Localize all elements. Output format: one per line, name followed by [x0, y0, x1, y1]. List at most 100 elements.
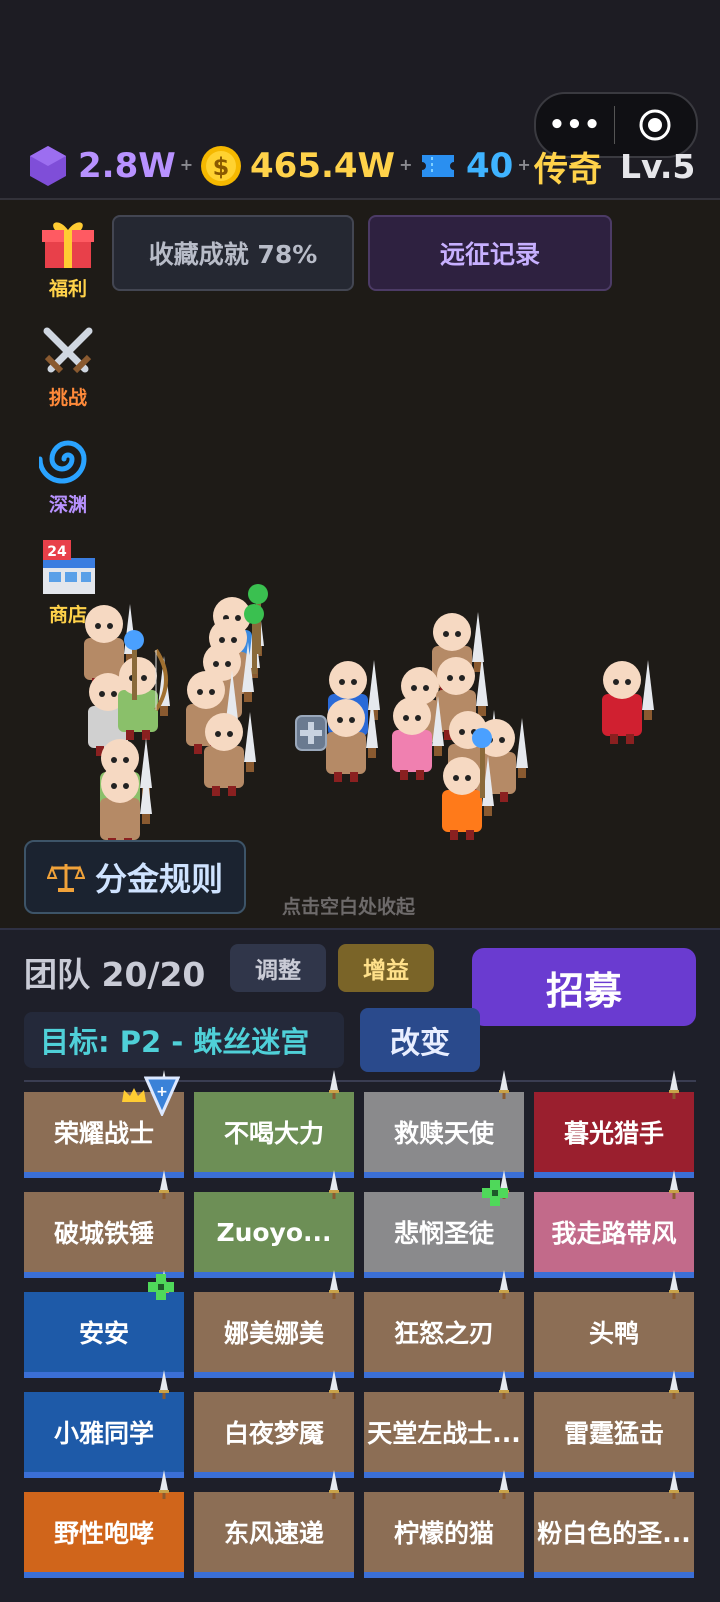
sword-icon — [159, 1470, 169, 1499]
sword-icon — [669, 1270, 679, 1299]
roster-card-name: 狂怒之刃 — [393, 1319, 494, 1348]
ticket-plus[interactable]: + — [517, 155, 530, 174]
gem-icon — [30, 146, 66, 186]
buff-button[interactable]: 增益 — [338, 944, 434, 992]
ticket-resource[interactable]: 40 + — [418, 142, 531, 190]
roster-card[interactable]: 粉白色的圣... — [534, 1492, 694, 1578]
gem-plus[interactable]: + — [180, 155, 193, 174]
roster-card-name: 雷霆猛击 — [563, 1419, 664, 1448]
coin-value: 465.4W — [250, 146, 396, 186]
roster-card-name: 荣耀战士 — [53, 1119, 154, 1148]
roster-top-line — [24, 1080, 696, 1082]
sword-icon — [669, 1170, 679, 1199]
achievements-button[interactable]: 收藏成就 78% — [112, 215, 354, 291]
roster-card-name: 救赎天使 — [393, 1119, 494, 1148]
sword-icon — [159, 1170, 169, 1199]
team-count: 团队 20/20 — [24, 955, 206, 994]
expedition-record-button[interactable]: 远征记录 — [368, 215, 612, 291]
soldier-unit — [204, 712, 256, 796]
svg-text:+: + — [156, 1084, 168, 1100]
roster-card-name: 娜美娜美 — [223, 1319, 324, 1348]
shop-badge: 24 — [47, 544, 67, 560]
side-item-challenge[interactable]: 挑战 — [30, 325, 106, 410]
roster-card-name: 破城铁锤 — [53, 1219, 154, 1248]
unit-shield — [295, 715, 327, 751]
sword-icon — [329, 1270, 339, 1299]
side-item-welfare[interactable]: 福利 — [30, 218, 106, 301]
roster-card[interactable]: 破城铁锤 — [24, 1192, 184, 1278]
more-menu-button[interactable]: ••• — [536, 110, 614, 140]
roster-card[interactable]: 东风速递 — [194, 1492, 354, 1578]
rank-title: 传奇 — [534, 149, 602, 190]
recruit-button[interactable]: 招募 — [472, 948, 696, 1026]
sword-icon — [499, 1470, 509, 1499]
sword-icon — [329, 1470, 339, 1499]
army-units — [84, 584, 654, 840]
roster-card[interactable]: 我走路带风 — [534, 1192, 694, 1278]
sword-icon — [329, 1170, 339, 1199]
heal-icon — [148, 1274, 174, 1300]
roster-card-name: Zuoyo... — [216, 1217, 332, 1247]
collapse-hint: 点击空白处收起 — [282, 896, 416, 918]
target-stage: 目标: P2 - 蛛丝迷宫 — [24, 1012, 344, 1068]
change-target-button[interactable]: 改变 — [360, 1008, 480, 1072]
roster-card[interactable]: 狂怒之刃 — [364, 1292, 524, 1378]
soldier-unit — [602, 660, 654, 744]
side-label-challenge: 挑战 — [48, 387, 87, 409]
roster-card-name: 柠檬的猫 — [393, 1519, 494, 1548]
sword-icon — [499, 1270, 509, 1299]
roster-card[interactable]: 暮光猎手 — [534, 1092, 694, 1178]
profit-rules-button[interactable]: 分金规则 — [24, 840, 246, 914]
roster-card-name: 天堂左战士... — [367, 1419, 521, 1448]
side-label-abyss: 深渊 — [48, 494, 87, 516]
roster-card-name: 白夜梦魇 — [223, 1419, 324, 1448]
roster-card-name: 小雅同学 — [53, 1419, 154, 1448]
crown-icon — [122, 1088, 146, 1102]
roster-card-name: 头鸭 — [588, 1319, 639, 1348]
crossed-swords-icon — [43, 327, 93, 374]
roster-card[interactable]: 不喝大力 — [194, 1092, 354, 1178]
coin-resource[interactable]: $ 465.4W + — [200, 142, 412, 190]
roster-card-name: 安安 — [78, 1319, 129, 1348]
roster-card[interactable]: 野性咆哮 — [24, 1492, 184, 1578]
roster-card[interactable]: 安安 — [24, 1292, 184, 1378]
ticket-icon — [422, 155, 454, 177]
scales-icon — [46, 864, 85, 892]
roster-card-name: 粉白色的圣... — [537, 1519, 691, 1548]
coin-icon: $ — [201, 146, 241, 186]
roster-card-name: 野性咆哮 — [53, 1519, 154, 1548]
sword-icon — [329, 1070, 339, 1099]
svg-text:$: $ — [213, 153, 230, 181]
sword-icon — [669, 1470, 679, 1499]
roster-card-name: 东风速递 — [223, 1519, 324, 1548]
sword-icon — [329, 1370, 339, 1399]
sword-icon — [669, 1070, 679, 1099]
roster-card[interactable]: 白夜梦魇 — [194, 1392, 354, 1478]
gem-value: 2.8W — [78, 146, 176, 186]
gem-resource[interactable]: 2.8W + — [28, 142, 193, 190]
coin-plus[interactable]: + — [399, 155, 412, 174]
close-button[interactable] — [615, 108, 695, 142]
roster-card[interactable]: 娜美娜美 — [194, 1292, 354, 1378]
sword-icon — [499, 1370, 509, 1399]
roster-card-name: 悲悯圣徒 — [393, 1219, 494, 1248]
heal-icon — [482, 1180, 508, 1206]
sword-icon — [669, 1370, 679, 1399]
roster-card[interactable]: 雷霆猛击 — [534, 1392, 694, 1478]
roster-card-name: 暮光猎手 — [563, 1119, 664, 1148]
roster-card[interactable]: 天堂左战士... — [364, 1392, 524, 1478]
sword-icon — [159, 1370, 169, 1399]
roster-card[interactable]: 小雅同学 — [24, 1392, 184, 1478]
roster-card[interactable]: 救赎天使 — [364, 1092, 524, 1178]
adjust-button[interactable]: 调整 — [230, 944, 326, 992]
shield-icon: + — [144, 1076, 180, 1116]
side-item-abyss[interactable]: 深渊 — [30, 432, 106, 517]
roster-card[interactable]: 柠檬的猫 — [364, 1492, 524, 1578]
rank-level: Lv.5 — [620, 146, 696, 186]
roster-card[interactable]: 头鸭 — [534, 1292, 694, 1378]
profit-rules-label: 分金规则 — [94, 860, 223, 898]
side-label-welfare: 福利 — [48, 278, 87, 300]
swirl-icon — [37, 440, 87, 484]
ticket-value: 40 — [466, 146, 514, 186]
roster-card[interactable]: Zuoyo... — [194, 1192, 354, 1278]
